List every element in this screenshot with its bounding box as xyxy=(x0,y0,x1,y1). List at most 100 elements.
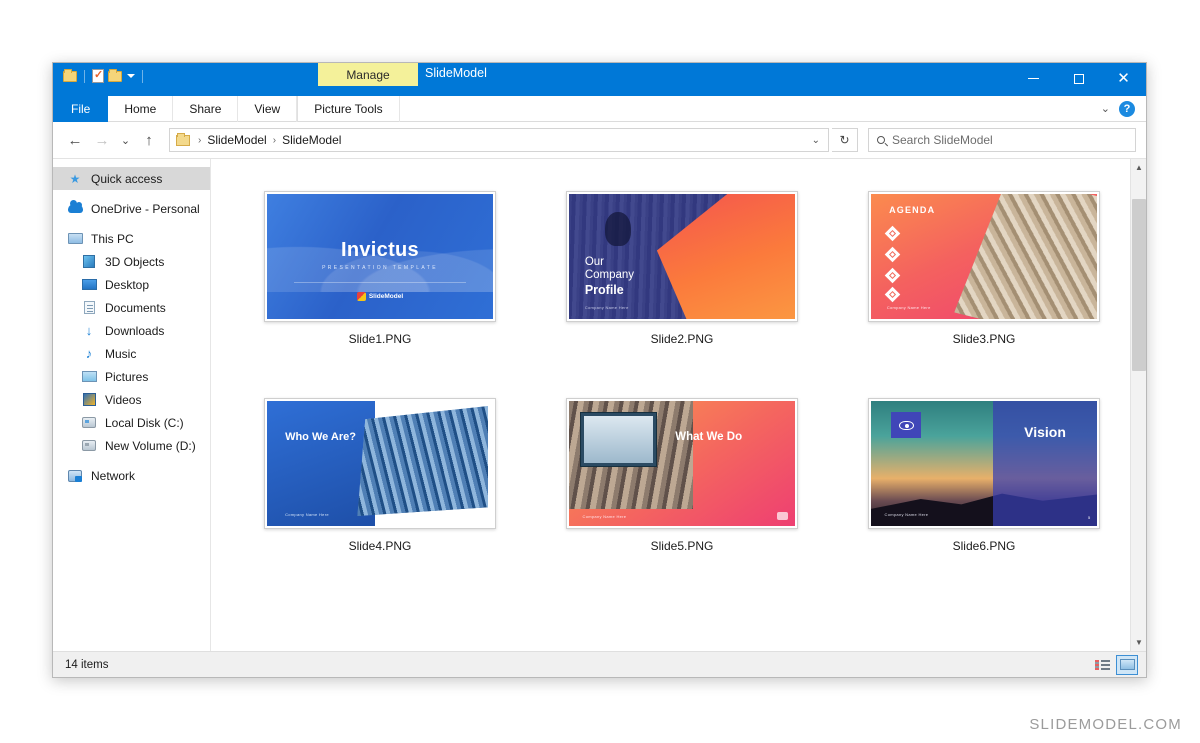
sidebar-item-pictures[interactable]: Pictures xyxy=(53,365,210,388)
sidebar-item-documents[interactable]: Documents xyxy=(53,296,210,319)
sidebar-item-3d-objects[interactable]: 3D Objects xyxy=(53,250,210,273)
file-list-pane[interactable]: Invictus PRESENTATION TEMPLATE SlideMode… xyxy=(211,159,1146,651)
sidebar-item-desktop[interactable]: Desktop xyxy=(53,273,210,296)
properties-icon[interactable] xyxy=(92,68,104,83)
forward-button[interactable]: → xyxy=(90,128,114,152)
tab-view[interactable]: View xyxy=(238,96,298,122)
title-bar: Manage SlideModel ✕ xyxy=(53,63,1146,96)
slide-subtitle: PRESENTATION TEMPLATE xyxy=(322,265,438,272)
help-button[interactable]: ? xyxy=(1119,100,1135,117)
file-explorer-window: Manage SlideModel ✕ File Home Share View… xyxy=(52,62,1147,678)
search-icon xyxy=(875,134,887,146)
thumbnail[interactable]: Who We Are? Company Name Here xyxy=(264,398,496,529)
file-item-slide4[interactable]: Who We Are? Company Name Here Slide4.PNG xyxy=(229,398,531,553)
file-item-slide2[interactable]: Our Company Profile Company Name Here Sl… xyxy=(531,191,833,346)
breadcrumb-item-1[interactable]: SlideModel xyxy=(282,133,341,147)
videos-icon xyxy=(81,393,97,406)
large-icons-view-icon xyxy=(1119,659,1135,670)
details-view-button[interactable] xyxy=(1091,655,1113,675)
slide-footer: Company Name Here xyxy=(886,305,931,311)
slide-title: Vision xyxy=(1024,423,1066,440)
chevron-down-icon[interactable] xyxy=(127,74,135,78)
tab-share[interactable]: Share xyxy=(173,96,239,122)
minimize-button[interactable] xyxy=(1011,63,1056,94)
chevron-down-icon[interactable]: ⌄ xyxy=(1101,102,1110,115)
slide-title-line1: Our xyxy=(584,255,604,268)
diamond-icon xyxy=(884,286,901,303)
thumbnail[interactable]: AGENDA Company Name Here xyxy=(868,191,1100,322)
slide-title-line2: Company xyxy=(584,269,635,282)
sidebar-item-downloads[interactable]: ↓ Downloads xyxy=(53,319,210,342)
sidebar-item-label: Quick access xyxy=(91,171,163,186)
new-folder-icon[interactable] xyxy=(108,68,122,82)
breadcrumb[interactable]: › SlideModel › SlideModel ⌄ xyxy=(169,128,829,152)
chevron-up-icon[interactable]: ▲ xyxy=(1131,159,1146,176)
star-icon: ★ xyxy=(69,171,81,186)
thumbnail[interactable]: Our Company Profile Company Name Here xyxy=(566,191,798,322)
sidebar-item-label: Desktop xyxy=(105,277,150,292)
network-icon xyxy=(67,469,83,482)
sidebar-item-music[interactable]: ♪ Music xyxy=(53,342,210,365)
tab-home[interactable]: Home xyxy=(108,96,174,122)
watermark: SLIDEMODEL.COM xyxy=(1029,716,1182,733)
slide-footer: Company Name Here xyxy=(584,305,629,311)
chevron-down-icon[interactable]: ▼ xyxy=(1131,634,1146,651)
back-button[interactable]: ← xyxy=(63,128,87,152)
file-item-slide3[interactable]: AGENDA Company Name Here Slide3.PNG xyxy=(833,191,1135,346)
diamond-icon xyxy=(884,225,901,242)
scrollbar-thumb[interactable] xyxy=(1132,199,1146,371)
sidebar-item-this-pc[interactable]: This PC xyxy=(53,227,210,250)
monitor-shape xyxy=(580,412,658,468)
view-mode-buttons xyxy=(1091,654,1138,675)
slide-preview-agenda: AGENDA Company Name Here xyxy=(871,194,1097,319)
sidebar-item-network[interactable]: Network xyxy=(53,464,210,487)
slide-preview-what-we-do: What We Do Company Name Here xyxy=(569,401,795,526)
folder-icon xyxy=(176,132,190,146)
file-item-slide1[interactable]: Invictus PRESENTATION TEMPLATE SlideMode… xyxy=(229,191,531,346)
sidebar-item-quick-access[interactable]: ★ Quick access xyxy=(53,167,210,190)
toolbar-divider xyxy=(84,69,85,83)
building-photo xyxy=(357,406,489,516)
search-input[interactable]: Search SlideModel xyxy=(868,128,1136,152)
breadcrumb-item-0[interactable]: SlideModel xyxy=(207,133,266,147)
large-icons-view-button[interactable] xyxy=(1116,654,1138,675)
music-icon: ♪ xyxy=(85,346,93,361)
up-button[interactable]: ↑ xyxy=(137,128,161,152)
sidebar-item-label: New Volume (D:) xyxy=(105,438,196,453)
slide-title: AGENDA xyxy=(889,205,936,216)
thumbnail[interactable]: Vision Company Name Here 5 xyxy=(868,398,1100,529)
cloud-icon xyxy=(67,200,83,213)
tab-picture-tools[interactable]: Picture Tools xyxy=(297,96,400,122)
chevron-down-icon[interactable]: ⌄ xyxy=(812,135,822,146)
slide-preview-company-profile: Our Company Profile Company Name Here xyxy=(569,194,795,319)
sidebar-item-new-volume-d[interactable]: New Volume (D:) xyxy=(53,434,210,457)
thumbnail[interactable]: What We Do Company Name Here xyxy=(566,398,798,529)
diamond-icon xyxy=(884,246,901,263)
tab-file[interactable]: File xyxy=(53,96,109,122)
sidebar-item-local-disk-c[interactable]: Local Disk (C:) xyxy=(53,411,210,434)
file-item-slide5[interactable]: What We Do Company Name Here Slide5.PNG xyxy=(531,398,833,553)
logo-text: SlideModel xyxy=(368,292,404,300)
sidebar-item-videos[interactable]: Videos xyxy=(53,388,210,411)
maximize-button[interactable] xyxy=(1056,63,1101,94)
slide-preview-who-we-are: Who We Are? Company Name Here xyxy=(267,401,493,526)
disk-icon xyxy=(81,440,97,451)
file-label: Slide1.PNG xyxy=(348,332,412,346)
folder-icon[interactable] xyxy=(63,68,77,82)
slidemodel-logo: SlideModel xyxy=(267,291,493,301)
close-button[interactable]: ✕ xyxy=(1101,63,1146,94)
recent-locations-button[interactable]: ⌄ xyxy=(117,128,134,152)
sidebar-item-label: OneDrive - Personal xyxy=(91,201,200,216)
refresh-button[interactable]: ↻ xyxy=(832,128,858,152)
slide-title: What We Do xyxy=(675,431,743,443)
window-controls: ✕ xyxy=(1011,63,1146,94)
agenda-bullet-2 xyxy=(884,246,983,263)
file-item-slide6[interactable]: Vision Company Name Here 5 Slide6.PNG xyxy=(833,398,1135,553)
slide-title-line3: Profile xyxy=(584,283,624,297)
navigation-pane[interactable]: ★ Quick access OneDrive - Personal This … xyxy=(53,159,211,651)
sidebar-item-label: Local Disk (C:) xyxy=(105,415,184,430)
thumbnail[interactable]: Invictus PRESENTATION TEMPLATE SlideMode… xyxy=(264,191,496,322)
file-grid: Invictus PRESENTATION TEMPLATE SlideMode… xyxy=(211,159,1146,553)
sidebar-item-onedrive[interactable]: OneDrive - Personal xyxy=(53,197,210,220)
vertical-scrollbar[interactable]: ▲ ▼ xyxy=(1130,159,1146,651)
